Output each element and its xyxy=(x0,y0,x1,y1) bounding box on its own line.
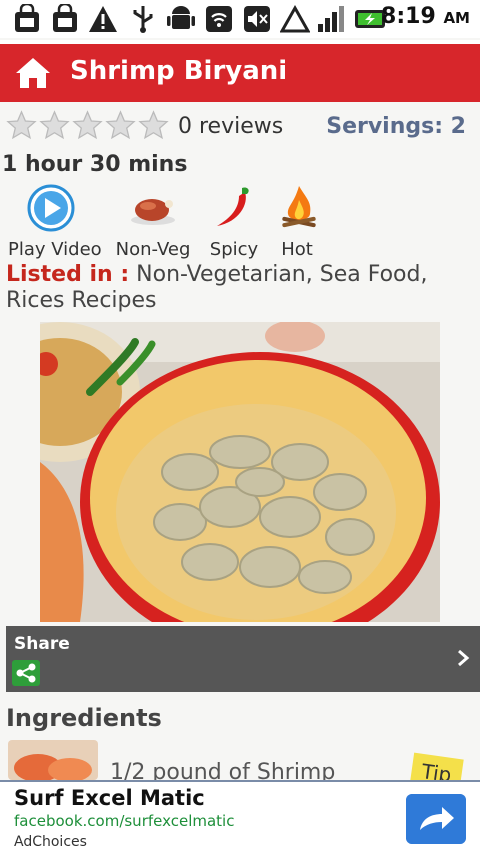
cook-time: 1 hour 30 mins xyxy=(2,152,188,177)
signal-bars-icon xyxy=(318,6,344,32)
clock: 8:19 AM xyxy=(381,4,470,29)
share-bar[interactable]: Share xyxy=(6,626,480,692)
share-icon[interactable] xyxy=(12,660,40,686)
feature-hot: Hot xyxy=(274,184,320,260)
ad-url[interactable]: facebook.com/surfexcelmatic xyxy=(14,812,234,830)
feature-non-veg: Non-Veg xyxy=(114,184,192,260)
ingredients-heading: Ingredients xyxy=(6,704,162,732)
chili-icon xyxy=(217,187,249,226)
feature-label: Non-Veg xyxy=(115,239,191,260)
recipe-photo[interactable] xyxy=(40,322,440,622)
ad-title[interactable]: Surf Excel Matic xyxy=(14,786,205,810)
feature-label: Play Video xyxy=(8,239,102,260)
android-icon xyxy=(167,6,195,29)
review-count: 0 reviews xyxy=(178,114,284,139)
warning-icon xyxy=(89,6,117,32)
feature-spicy: Spicy xyxy=(208,184,260,260)
chevron-right-icon[interactable] xyxy=(456,648,470,668)
ad-banner[interactable]: Surf Excel Matic facebook.com/surfexcelm… xyxy=(0,780,480,854)
roast-chicken-icon xyxy=(131,199,175,225)
signal-triangle-icon xyxy=(280,4,310,33)
star-icon[interactable] xyxy=(39,110,70,141)
ingredient-thumbnail xyxy=(8,740,98,780)
bag-icon xyxy=(15,4,39,32)
feature-label: Spicy xyxy=(209,239,259,260)
title-bar: Shrimp Biryani xyxy=(0,40,480,102)
share-label: Share xyxy=(14,634,70,654)
star-icon[interactable] xyxy=(72,110,103,141)
feature-label: Hot xyxy=(281,239,313,260)
page-title: Shrimp Biryani xyxy=(70,56,288,86)
servings: Servings: 2 xyxy=(326,114,466,139)
star-icon[interactable] xyxy=(138,110,169,141)
listed-in-label: Listed in : xyxy=(6,262,130,287)
ad-choices[interactable]: AdChoices xyxy=(14,834,87,850)
star-icon[interactable] xyxy=(6,110,37,141)
star-icon[interactable] xyxy=(105,110,136,141)
play-video-button[interactable]: Play Video xyxy=(8,184,102,260)
status-bar: 8:19 AM xyxy=(0,0,480,38)
mute-icon xyxy=(244,6,270,32)
bag-icon xyxy=(53,4,77,32)
fire-icon xyxy=(282,186,316,228)
home-icon[interactable] xyxy=(14,56,52,90)
listed-in: Listed in : Non-Vegetarian, Sea Food, Ri… xyxy=(6,262,476,314)
usb-icon xyxy=(133,6,153,33)
play-video-icon xyxy=(27,184,75,232)
wifi-icon xyxy=(206,6,232,32)
share-arrow-icon[interactable] xyxy=(406,794,466,844)
